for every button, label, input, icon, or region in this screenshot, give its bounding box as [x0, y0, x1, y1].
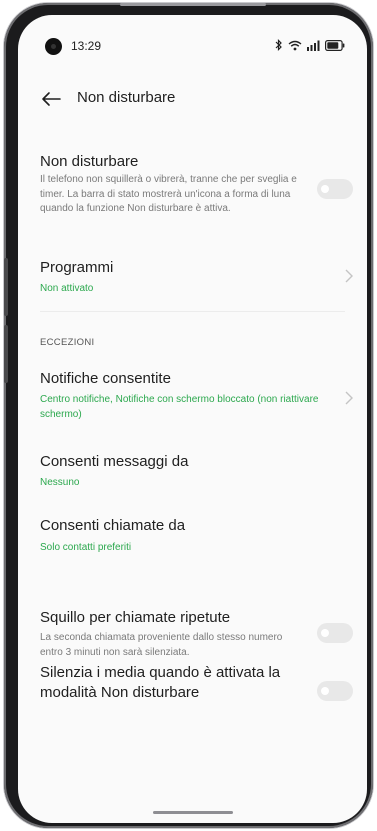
status-bar: 13:29 — [18, 15, 367, 59]
page-title: Non disturbare — [77, 89, 176, 106]
repeat-calls-toggle[interactable] — [317, 623, 353, 643]
toggle-knob — [321, 687, 329, 695]
schedules-title: Programmi — [40, 259, 114, 276]
back-arrow-icon[interactable] — [41, 91, 61, 107]
volume-down-button — [4, 325, 8, 383]
section-label-exceptions: ECCEZIONI — [40, 337, 95, 348]
messages-title: Consenti messaggi da — [40, 453, 189, 470]
chevron-right-icon — [345, 391, 353, 405]
schedules-status: Non attivato — [40, 283, 94, 294]
notifications-title: Notifiche consentite — [40, 370, 171, 387]
status-icons — [275, 39, 345, 51]
screen: 13:29 Non disturbare Non disturbare Il t… — [18, 15, 367, 823]
signal-icon — [307, 40, 320, 51]
battery-icon — [325, 39, 345, 51]
front-camera — [45, 38, 62, 55]
bluetooth-icon — [275, 39, 283, 51]
phone-frame: 13:29 Non disturbare Non disturbare Il t… — [4, 3, 373, 828]
repeat-calls-title: Squillo per chiamate ripetute — [40, 609, 231, 626]
chevron-right-icon — [345, 269, 353, 283]
repeat-calls-description: La seconda chiamata proveniente dallo st… — [40, 632, 283, 658]
mute-media-title: Silenzia i media quando è attivata la mo… — [40, 664, 281, 701]
calls-title: Consenti chiamate da — [40, 517, 186, 534]
speaker-grille — [120, 3, 266, 6]
dnd-title: Non disturbare — [40, 153, 139, 170]
messages-value: Nessuno — [40, 477, 80, 488]
calls-value: Solo contatti preferiti — [40, 542, 132, 553]
dnd-description: Il telefono non squillerà o vibrerà, tra… — [40, 174, 297, 215]
volume-up-button — [4, 258, 8, 316]
home-indicator[interactable] — [153, 811, 233, 814]
divider — [40, 311, 345, 312]
wifi-icon — [288, 40, 302, 51]
mute-media-toggle[interactable] — [317, 681, 353, 701]
dnd-toggle[interactable] — [317, 179, 353, 199]
toggle-knob — [321, 185, 329, 193]
status-time: 13:29 — [71, 39, 102, 53]
notifications-value: Centro notifiche, Notifiche con schermo … — [40, 394, 319, 420]
toggle-knob — [321, 629, 329, 637]
